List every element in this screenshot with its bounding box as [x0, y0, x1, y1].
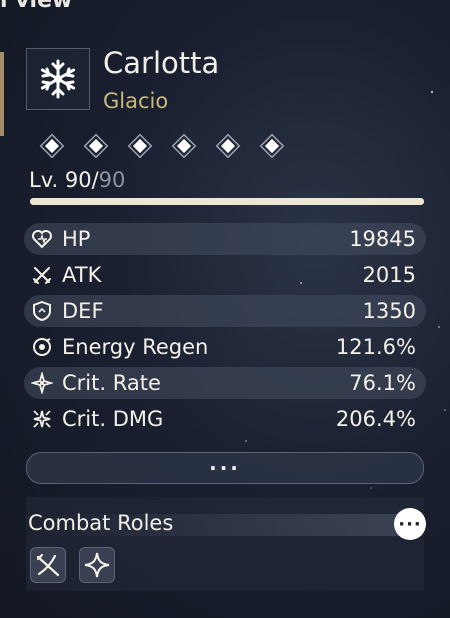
level-max: 90: [98, 168, 126, 192]
sequence-node-icon[interactable]: [36, 130, 68, 162]
more-stats-button[interactable]: ···: [26, 452, 424, 484]
crossed-swords-icon: [30, 263, 54, 287]
shield-icon: [30, 299, 54, 323]
stat-value: 19845: [349, 227, 416, 251]
character-element-icon: [26, 48, 90, 110]
level-display: Lv. 90/90: [29, 168, 125, 192]
stat-label: Crit. Rate: [62, 371, 161, 395]
combat-roles-title: Combat Roles: [28, 511, 174, 535]
stat-value: 2015: [362, 263, 416, 287]
sequence-node-icon[interactable]: [168, 130, 200, 162]
stat-value: 1350: [362, 299, 416, 323]
level-progress-fill: [30, 198, 424, 205]
stat-value: 76.1%: [349, 371, 416, 395]
stat-row-crit-rate[interactable]: Crit. Rate 76.1%: [24, 367, 426, 399]
sequence-node-icon[interactable]: [80, 130, 112, 162]
stat-label: Energy Regen: [62, 335, 209, 359]
stat-label: ATK: [62, 263, 102, 287]
sequence-node-icon[interactable]: [212, 130, 244, 162]
heart-icon: [30, 227, 54, 251]
stat-label: HP: [62, 227, 91, 251]
selection-accent-bar: [0, 52, 4, 136]
stat-row-hp[interactable]: HP 19845: [24, 223, 426, 255]
snowflake-icon: [40, 59, 76, 99]
character-name: Carlotta: [103, 46, 220, 80]
sequence-nodes: [30, 130, 330, 164]
crit-rate-icon: [30, 371, 54, 395]
crit-dmg-icon: [30, 407, 54, 431]
stat-row-atk[interactable]: ATK 2015: [24, 259, 426, 291]
stat-row-crit-dmg[interactable]: Crit. DMG 206.4%: [24, 403, 426, 435]
stat-value: 121.6%: [335, 335, 416, 359]
blade-slash-icon[interactable]: [30, 547, 66, 583]
sequence-node-icon[interactable]: [124, 130, 156, 162]
sparkle-star-icon[interactable]: [79, 547, 115, 583]
stat-row-energy-regen[interactable]: Energy Regen 121.6%: [24, 331, 426, 363]
character-element: Glacio: [103, 89, 169, 113]
stat-label: DEF: [62, 299, 104, 323]
sequence-node-icon[interactable]: [256, 130, 288, 162]
level-current: Lv. 90/: [29, 168, 99, 192]
energy-regen-icon: [30, 335, 54, 359]
stat-row-def[interactable]: DEF 1350: [24, 295, 426, 327]
window-title-fragment: l view: [0, 0, 73, 13]
stat-value: 206.4%: [335, 407, 416, 431]
combat-roles-info-button[interactable]: ···: [394, 508, 426, 540]
level-progress-bar: [30, 198, 424, 205]
stat-label: Crit. DMG: [62, 407, 164, 431]
